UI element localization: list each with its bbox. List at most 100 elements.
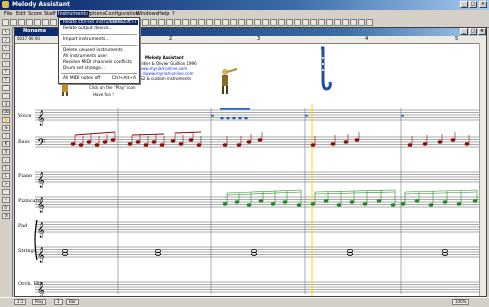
select-tool-icon[interactable]: ↖ [2,29,10,35]
menu-score[interactable]: Score [27,11,43,17]
keyboard-icon[interactable] [350,19,357,26]
flat-tool-icon[interactable]: ♭ [2,61,10,67]
menu-item-all-midi-notes-off[interactable]: All MIDI notes off [63,76,100,81]
menu-item-relate-output-device[interactable]: Relate output device... [63,26,113,31]
loop-icon[interactable] [326,19,333,26]
pizzicato-notes[interactable] [222,189,478,207]
piano-staff[interactable] [35,171,481,183]
natural-icon[interactable] [222,19,229,26]
text-tool-icon[interactable]: T [2,77,10,83]
menu-item-import-instruments[interactable]: Import instruments... [63,37,110,42]
cut-icon[interactable] [34,19,41,26]
bar-tool-icon[interactable]: | [2,133,10,139]
minimize-button[interactable]: _ [460,1,468,8]
eighth-note-icon[interactable] [166,19,173,26]
strings-staff[interactable] [35,246,481,258]
bass-notes[interactable] [70,132,470,147]
slur-icon[interactable] [238,19,245,26]
rest-icon[interactable] [182,19,189,26]
staff-label-pizzicato[interactable]: Pizzicato [18,198,41,204]
save-icon[interactable] [18,19,25,26]
status-tab[interactable]: Play [32,299,47,305]
copy-icon[interactable] [42,19,49,26]
menu-file[interactable]: File [3,11,13,17]
menu-edit[interactable]: Edit [15,11,27,17]
accent-tool-icon[interactable]: > [2,181,10,187]
grace-tool-icon[interactable]: ♬ [2,213,10,219]
repeat-tool-icon[interactable]: : [2,93,10,99]
half-note-icon[interactable] [150,19,157,26]
eraser-tool-icon[interactable]: ⌫ [2,109,10,115]
staff-label-bass[interactable]: Bass [18,139,30,145]
staff-label-orch-hit[interactable]: Orch. Hit [18,281,42,287]
metronome-icon[interactable] [334,19,341,26]
chord-tool-icon[interactable]: C [2,165,10,171]
sharp-icon[interactable] [206,19,213,26]
tempo-tool-icon[interactable]: ♩ [2,157,10,163]
menu-item-delete-unused[interactable]: Delete unused instruments [63,48,123,53]
menu-staff[interactable]: Staff [43,11,57,17]
guitar-icon[interactable] [358,19,365,26]
record-icon[interactable] [302,19,309,26]
pad-staff[interactable] [35,221,481,233]
staff-label-piano[interactable]: Piano [18,173,32,179]
score-maximize-button[interactable]: □ [469,28,477,35]
mixer-icon[interactable] [342,19,349,26]
maximize-button[interactable]: □ [469,1,477,8]
score-close-button[interactable]: × [478,28,486,35]
play-icon[interactable] [286,19,293,26]
open-icon[interactable] [10,19,17,26]
menu-item-all-instruments-user[interactable]: All instruments user [63,54,107,59]
menu-item-drum-set-change[interactable]: Drum set change... [63,66,105,71]
zoom-out-icon[interactable] [270,19,277,26]
menu-question[interactable]: ? [171,11,176,17]
paste-icon[interactable] [50,19,57,26]
score-minimize-button[interactable]: _ [460,28,468,35]
voice-staff[interactable] [35,109,481,121]
rest-tool-icon[interactable]: 𝄽 [2,45,10,51]
new-icon[interactable] [2,19,9,26]
sharp-tool-icon[interactable]: ♯ [2,53,10,59]
key-tool-icon[interactable]: K [2,141,10,147]
zoom-level[interactable]: 100% [452,299,470,305]
menu-item-resolve-midi[interactable]: Resolve MIDI channels conflicts [63,60,132,65]
tie-tool-icon[interactable]: ⁀ [2,85,10,91]
staff-label-voice[interactable]: Voice [18,113,32,119]
stop-icon[interactable] [278,19,285,26]
print-icon[interactable] [26,19,33,26]
staff-label-strings[interactable]: Strings [18,248,36,254]
rewind-icon[interactable] [310,19,317,26]
quarter-note-icon[interactable] [158,19,165,26]
staccato-tool-icon[interactable]: · [2,189,10,195]
dot-icon[interactable] [190,19,197,26]
zoom-tool-icon[interactable]: ⊕ [2,125,10,131]
drum-icon[interactable] [366,19,373,26]
staff-label-pad[interactable]: Pad [18,223,27,229]
time-tool-icon[interactable]: 4 [2,149,10,155]
orch-hit-staff[interactable] [35,281,481,293]
sixteenth-note-icon[interactable] [174,19,181,26]
flat-icon[interactable] [214,19,221,26]
bass-staff[interactable] [35,136,481,148]
tie-icon[interactable] [230,19,237,26]
status-tab[interactable]: 1:1 [14,299,27,305]
trill-tool-icon[interactable]: tr [2,205,10,211]
vertical-scrollbar[interactable] [479,43,486,296]
note-tool-icon[interactable]: ♪ [2,37,10,43]
pause-icon[interactable] [294,19,301,26]
triplet-icon[interactable] [198,19,205,26]
score-area[interactable]: 𝄞 𝄢 𝄞 𝄞 𝄞 𝄞 𝄞 [15,104,481,296]
status-tab[interactable]: Bar [66,299,79,305]
fermata-tool-icon[interactable]: 𝄐 [2,197,10,203]
zoom-in-icon[interactable] [262,19,269,26]
forward-icon[interactable] [318,19,325,26]
close-button[interactable]: × [479,1,487,8]
menu-help[interactable]: Help [157,11,170,17]
chord-icon[interactable] [254,19,261,26]
pizzicato-staff[interactable] [35,196,481,208]
dynamics-tool-icon[interactable]: f [2,69,10,75]
whole-note-icon[interactable] [142,19,149,26]
hand-tool-icon[interactable]: ✋ [2,117,10,123]
lyric-tool-icon[interactable]: L [2,173,10,179]
lyrics-icon[interactable] [246,19,253,26]
